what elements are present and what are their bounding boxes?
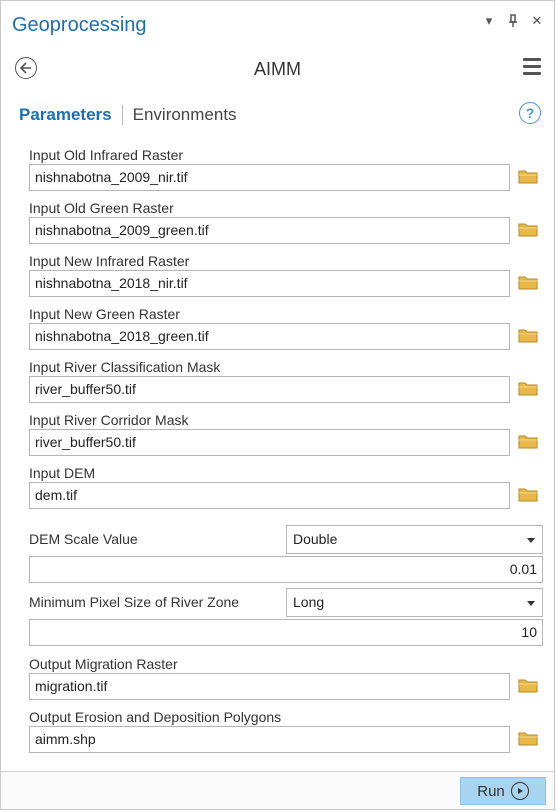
param-label: Minimum Pixel Size of River Zone [29,594,240,610]
folder-icon[interactable] [518,486,538,502]
folder-icon[interactable] [518,168,538,184]
param-label: Output Migration Raster [29,656,178,672]
dem-scale-value-input[interactable]: 0.01 [29,556,543,583]
tab-environments[interactable]: Environments [133,105,237,125]
geoprocessing-pane: Geoprocessing ▾ ✕ AIMM Parameters Enviro… [0,0,555,810]
folder-icon[interactable] [518,274,538,290]
new-infrared-input[interactable]: nishnabotna_2018_nir.tif [29,270,510,297]
pane-titlebar: Geoprocessing ▾ ✕ [1,1,554,47]
run-button[interactable]: Run [460,777,546,805]
folder-icon[interactable] [518,221,538,237]
dropdown-caret-icon [527,538,535,543]
folder-icon[interactable] [518,380,538,396]
param-label: Input DEM [29,465,96,481]
tool-header: AIMM [1,51,554,85]
min-pixel-type-select[interactable]: Long [286,588,543,617]
param-output-migration: Output Migration Raster migration.tif [29,655,544,708]
river-classification-mask-input[interactable]: river_buffer50.tif [29,376,510,403]
pane-footer: Run [1,771,554,809]
folder-icon[interactable] [518,677,538,693]
help-icon[interactable]: ? [519,102,541,124]
param-new-green: Input New Green Raster nishnabotna_2018_… [29,305,544,358]
old-infrared-input[interactable]: nishnabotna_2009_nir.tif [29,164,510,191]
select-value: Double [293,531,338,547]
param-label: Input River Classification Mask [29,359,221,375]
param-min-pixel-size: Minimum Pixel Size of River Zone Long 10 [29,588,544,651]
folder-icon[interactable] [518,327,538,343]
param-label: Input River Corridor Mask [29,412,189,428]
param-river-corridor-mask: Input River Corridor Mask river_buffer50… [29,411,544,464]
window-controls: ▾ ✕ [482,13,544,29]
param-output-erosion: Output Erosion and Deposition Polygons a… [29,708,544,761]
dem-scale-type-select[interactable]: Double [286,525,543,554]
param-dem-scale: DEM Scale Value Double 0.01 [29,525,544,588]
param-label: Output Erosion and Deposition Polygons [29,709,282,725]
param-river-classification-mask: Input River Classification Mask river_bu… [29,358,544,411]
output-migration-input[interactable]: migration.tif [29,673,510,700]
pin-icon[interactable] [506,13,520,29]
new-green-input[interactable]: nishnabotna_2018_green.tif [29,323,510,350]
menu-icon[interactable] [523,58,541,76]
old-green-input[interactable]: nishnabotna_2009_green.tif [29,217,510,244]
river-corridor-mask-input[interactable]: river_buffer50.tif [29,429,510,456]
param-label: Input Old Infrared Raster [29,147,184,163]
param-old-green: Input Old Green Raster nishnabotna_2009_… [29,199,544,252]
param-label: DEM Scale Value [29,531,138,547]
pane-title: Geoprocessing [12,14,147,36]
select-value: Long [293,594,325,610]
output-erosion-input[interactable]: aimm.shp [29,726,510,753]
tab-strip: Parameters Environments [19,105,237,125]
param-label: Input New Infrared Raster [29,253,190,269]
param-old-infrared: Input Old Infrared Raster nishnabotna_20… [29,146,544,199]
folder-icon[interactable] [518,730,538,746]
parameters-form: Input Old Infrared Raster nishnabotna_20… [29,146,544,761]
tool-name: AIMM [254,59,301,79]
tab-parameters[interactable]: Parameters [19,105,112,125]
dropdown-caret-icon [527,601,535,606]
run-play-icon [510,782,529,800]
close-icon[interactable]: ✕ [530,13,544,29]
dem-input[interactable]: dem.tif [29,482,510,509]
tab-divider [121,105,123,125]
pane-options-dropdown-icon[interactable]: ▾ [482,13,496,29]
param-label: Input New Green Raster [29,306,180,322]
min-pixel-value-input[interactable]: 10 [29,619,543,646]
param-new-infrared: Input New Infrared Raster nishnabotna_20… [29,252,544,305]
run-label: Run [477,782,505,800]
param-dem: Input DEM dem.tif [29,464,544,517]
param-label: Input Old Green Raster [29,200,174,216]
folder-icon[interactable] [518,433,538,449]
